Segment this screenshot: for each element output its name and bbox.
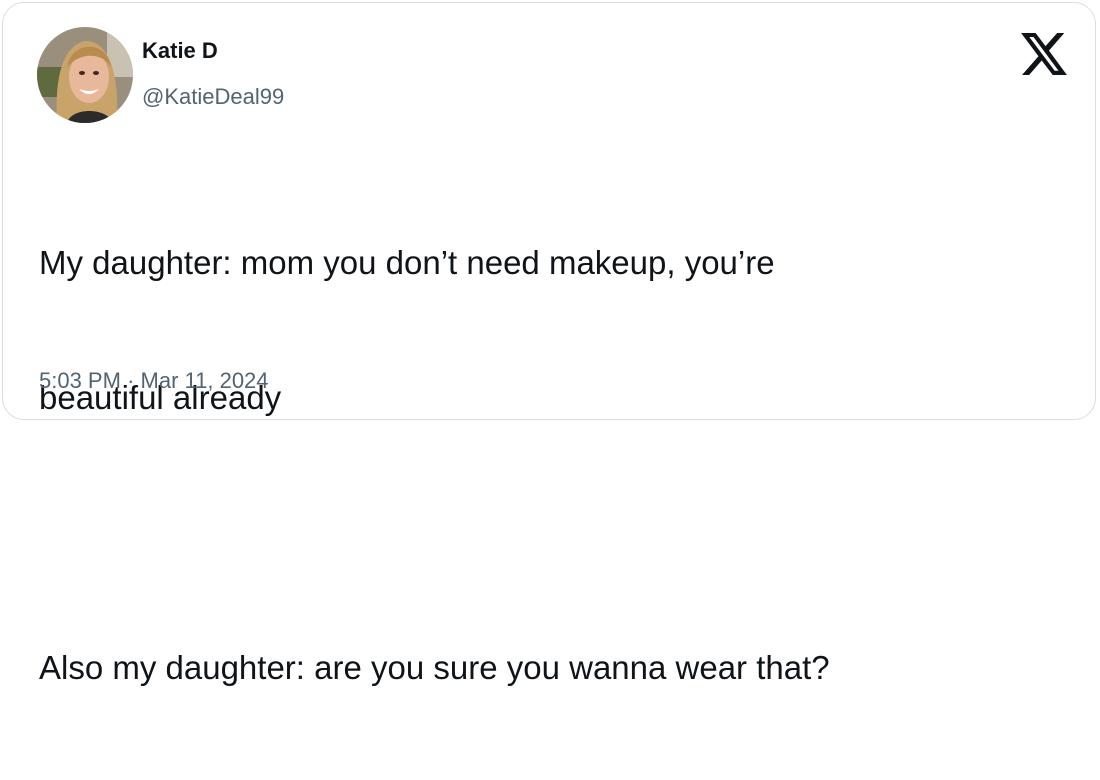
avatar-photo	[37, 27, 133, 123]
tweet-timestamp[interactable]: 5:03 PM · Mar 11, 2024	[39, 367, 269, 395]
x-logo-glyph	[1021, 33, 1067, 75]
author-name[interactable]: Katie D	[142, 37, 218, 65]
tweet-text: My daughter: mom you don’t need makeup, …	[39, 150, 1059, 780]
meta-separator: ·	[127, 368, 135, 393]
tweet-line: Also my daughter: are you sure you wanna…	[39, 649, 830, 686]
tweet-line: My daughter: mom you don’t need makeup, …	[39, 244, 775, 281]
author-handle[interactable]: @KatieDeal99	[142, 83, 284, 111]
tweet-date: Mar 11, 2024	[140, 368, 269, 393]
x-logo-icon[interactable]	[1021, 33, 1067, 75]
avatar[interactable]	[37, 27, 133, 123]
tweet-card: Katie D @KatieDeal99 My daughter: mom yo…	[2, 2, 1096, 686]
tweet-time: 5:03 PM	[39, 368, 121, 393]
